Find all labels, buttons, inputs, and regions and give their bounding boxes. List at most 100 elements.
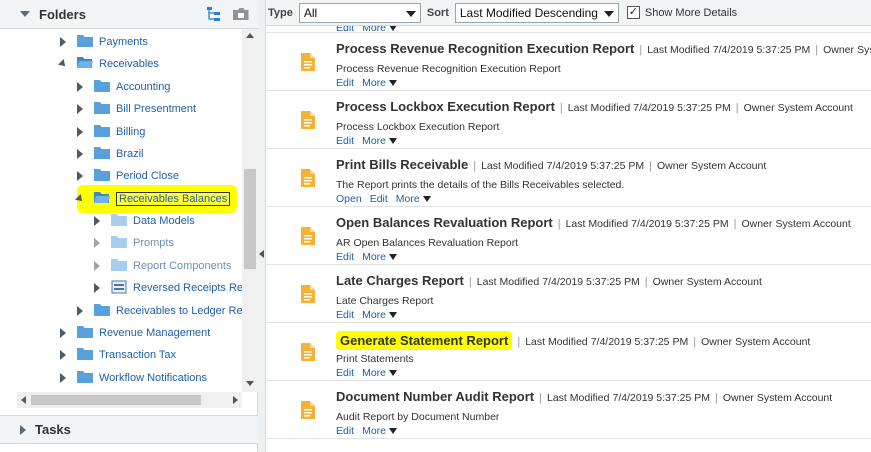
tree-item-payments[interactable]: Payments: [57, 32, 148, 52]
sort-select[interactable]: Last Modified Descending: [454, 2, 619, 23]
tree-item-accounting[interactable]: Accounting: [74, 77, 170, 97]
more-link[interactable]: More: [362, 251, 398, 263]
report-icon[interactable]: [301, 227, 315, 248]
edit-link[interactable]: Edit: [336, 367, 354, 379]
tree-item-label[interactable]: Period Close: [116, 170, 179, 182]
edit-link[interactable]: Edit: [336, 425, 354, 437]
report-icon[interactable]: [301, 285, 315, 306]
tree-item-label[interactable]: Report Components: [133, 260, 231, 272]
report-name-link[interactable]: Print Bills Receivable: [336, 157, 468, 172]
more-link[interactable]: More: [362, 367, 398, 379]
expand-arrow-icon[interactable]: [91, 215, 103, 227]
edit-link[interactable]: Edit: [336, 251, 354, 263]
expanded-arrow-icon[interactable]: [57, 58, 69, 70]
report-name-link[interactable]: Document Number Audit Report: [336, 389, 534, 404]
tree-item-period-close[interactable]: Period Close: [74, 166, 179, 186]
tree-item-label[interactable]: Revenue Management: [99, 327, 210, 339]
expand-arrow-icon[interactable]: [74, 126, 86, 138]
more-link[interactable]: More: [362, 425, 398, 437]
tree-item-bill-presentment[interactable]: Bill Presentment: [74, 99, 196, 119]
tree-item-label[interactable]: Bill Presentment: [116, 103, 196, 115]
tree-item-label[interactable]: Billing: [116, 126, 145, 138]
scroll-thumb[interactable]: [31, 395, 201, 405]
expand-arrow-icon[interactable]: [74, 148, 86, 160]
report-name-link[interactable]: Generate Statement Report: [336, 331, 513, 350]
scroll-up-icon[interactable]: [246, 33, 254, 38]
report-name-link[interactable]: Process Revenue Recognition Execution Re…: [336, 41, 634, 56]
tree-item-brazil[interactable]: Brazil: [74, 144, 144, 164]
panel-splitter[interactable]: [258, 0, 266, 452]
show-more-details-checkbox[interactable]: ✓: [626, 6, 640, 19]
tree-item-reversed-receipts[interactable]: Reversed Receipts Rep: [91, 278, 242, 298]
collapse-arrow-icon[interactable]: [20, 11, 30, 17]
edit-link[interactable]: Edit: [336, 309, 354, 321]
report-icon[interactable]: [301, 343, 315, 364]
folders-panel-header[interactable]: Folders: [0, 0, 258, 29]
report-icon[interactable]: [301, 111, 315, 132]
expand-arrow-icon[interactable]: [74, 81, 86, 93]
folder-icon: [77, 325, 93, 341]
edit-link[interactable]: Edit: [370, 193, 388, 205]
separator: |: [557, 218, 561, 230]
edit-link[interactable]: Edit: [336, 135, 354, 147]
tree-item-workflow-notifications[interactable]: Workflow Notifications: [57, 368, 207, 388]
expand-arrow-icon[interactable]: [91, 282, 103, 294]
report-icon[interactable]: [301, 53, 315, 74]
expand-arrow-icon[interactable]: [57, 327, 69, 339]
scroll-left-icon[interactable]: [21, 396, 26, 404]
open-link[interactable]: Open: [336, 193, 362, 205]
expand-arrow-icon[interactable]: [91, 237, 103, 249]
expand-arrow-icon[interactable]: [57, 36, 69, 48]
tree-item-prompts[interactable]: Prompts: [91, 233, 174, 253]
expand-tree-icon[interactable]: [206, 6, 222, 22]
tree-item-billing[interactable]: Billing: [74, 122, 145, 142]
tree-item-data-models[interactable]: Data Models: [91, 211, 195, 231]
more-link[interactable]: More: [362, 77, 398, 89]
tree-item-label[interactable]: Receivables Balances: [116, 192, 231, 206]
report-name-link[interactable]: Late Charges Report: [336, 273, 464, 288]
expand-arrow-icon[interactable]: [57, 349, 69, 361]
scroll-right-icon[interactable]: [233, 396, 238, 404]
report-icon[interactable]: [301, 169, 315, 190]
tree-item-receivables[interactable]: Receivables: [57, 54, 159, 74]
tree-item-label[interactable]: Prompts: [133, 237, 174, 249]
tree-item-label[interactable]: Workflow Notifications: [99, 372, 207, 384]
more-link[interactable]: More: [362, 135, 398, 147]
type-select[interactable]: All: [298, 2, 421, 23]
tree-vertical-scrollbar[interactable]: [242, 29, 258, 392]
tree-item-receivables-balances[interactable]: Receivables Balances: [74, 189, 231, 209]
edit-link[interactable]: Edit: [336, 77, 354, 89]
tree-item-receivables-to-ledger[interactable]: Receivables to Ledger Rec: [74, 301, 242, 321]
new-folder-icon[interactable]: [232, 6, 250, 22]
report-name-link[interactable]: Process Lockbox Execution Report: [336, 99, 555, 114]
expanded-arrow-icon[interactable]: [74, 193, 86, 205]
expand-arrow-icon[interactable]: [74, 305, 86, 317]
tree-item-report-components[interactable]: Report Components: [91, 256, 231, 276]
expand-arrow-icon[interactable]: [91, 260, 103, 272]
collapse-panel-icon[interactable]: [259, 250, 264, 258]
tasks-panel-header[interactable]: Tasks: [0, 415, 258, 444]
tree-item-revenue-management[interactable]: Revenue Management: [57, 323, 210, 343]
scroll-thumb[interactable]: [244, 169, 256, 269]
expand-arrow-icon[interactable]: [74, 103, 86, 115]
report-icon[interactable]: [301, 401, 315, 422]
expand-arrow-icon[interactable]: [74, 170, 86, 182]
tree-item-label[interactable]: Receivables: [99, 58, 159, 70]
more-link[interactable]: More: [362, 309, 398, 321]
expand-arrow-icon[interactable]: [20, 424, 26, 435]
expand-arrow-icon[interactable]: [57, 372, 69, 384]
tree-item-label[interactable]: Accounting: [116, 81, 170, 93]
tree-item-transaction-tax[interactable]: Transaction Tax: [57, 345, 176, 365]
owner-label: Owner: [656, 160, 688, 172]
tree-horizontal-scrollbar[interactable]: [17, 392, 242, 408]
scroll-down-icon[interactable]: [246, 381, 254, 386]
report-name-link[interactable]: Open Balances Revaluation Report: [336, 215, 553, 230]
tree-item-label[interactable]: Reversed Receipts Rep: [133, 282, 242, 294]
tree-item-label[interactable]: Transaction Tax: [99, 349, 176, 361]
report-description: Process Lockbox Execution Report: [336, 121, 500, 133]
more-link[interactable]: More: [396, 193, 431, 205]
tree-item-label[interactable]: Receivables to Ledger Rec: [116, 305, 242, 317]
tree-item-label[interactable]: Payments: [99, 36, 148, 48]
tree-item-label[interactable]: Brazil: [116, 148, 144, 160]
tree-item-label[interactable]: Data Models: [133, 215, 195, 227]
